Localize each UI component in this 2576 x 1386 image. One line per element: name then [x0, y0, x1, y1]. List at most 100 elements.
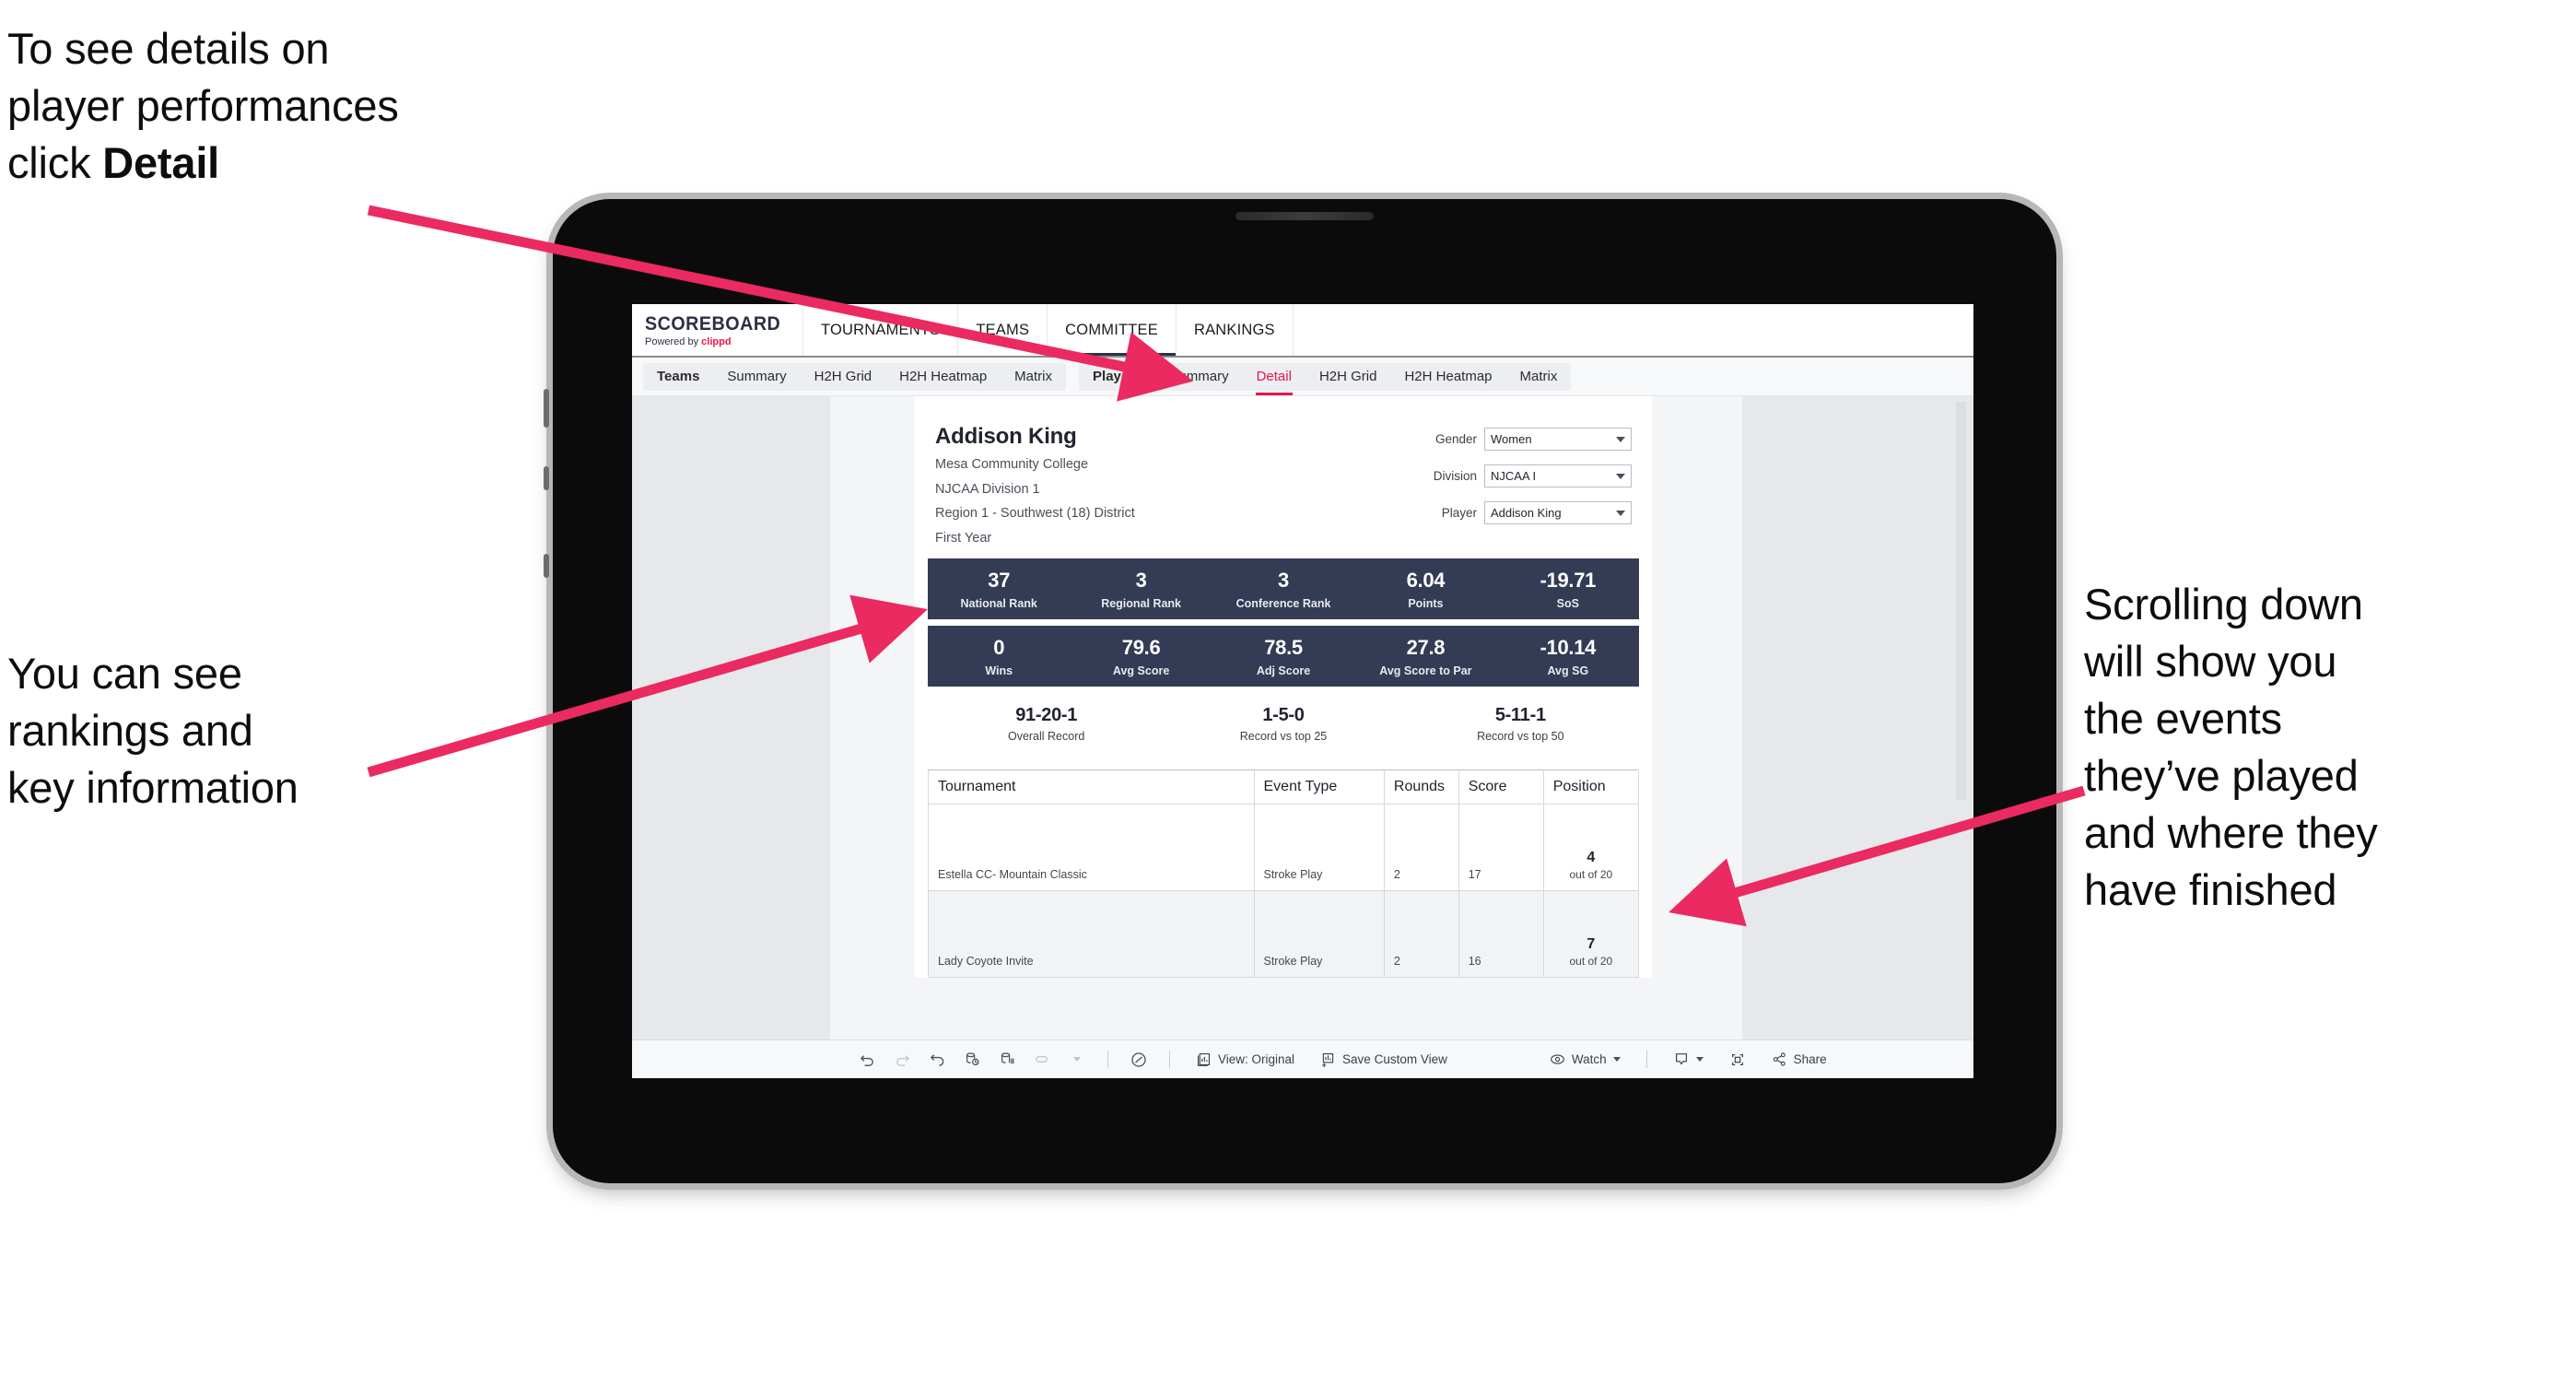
cell-event-type: Stroke Play	[1253, 804, 1385, 892]
stat-avg-score: 79.6 Avg Score	[1070, 626, 1212, 687]
filter-division-select[interactable]: NJCAA I	[1484, 464, 1632, 487]
annotation-scroll-events: Scrolling down will show you the events …	[2084, 580, 2378, 915]
chevron-down-icon[interactable]	[1060, 1047, 1095, 1073]
undo-icon[interactable]	[849, 1047, 884, 1073]
share-button[interactable]: Share	[1759, 1051, 1840, 1067]
brand-name: SCOREBOARD	[645, 312, 781, 335]
toolbar-divider	[1645, 1051, 1647, 1068]
player-division: NJCAA Division 1	[935, 481, 1040, 497]
stat-regional-rank: 3 Regional Rank	[1070, 558, 1212, 619]
stat-conference-rank: 3 Conference Rank	[1212, 558, 1354, 619]
refresh-data-icon[interactable]	[954, 1047, 989, 1073]
toolbar-divider	[1107, 1051, 1108, 1068]
tablet-volume-button	[544, 389, 549, 428]
cell-score: 16	[1458, 890, 1544, 979]
revert-icon[interactable]	[919, 1047, 954, 1073]
column-rounds[interactable]: Rounds	[1383, 769, 1459, 805]
cell-tournament: Lady Coyote Invite	[928, 890, 1255, 979]
column-score[interactable]: Score	[1458, 769, 1544, 805]
stat-value: 0	[993, 635, 1005, 659]
stat-value: 79.6	[1121, 635, 1161, 659]
subnav-players-h2h-grid[interactable]: H2H Grid	[1306, 363, 1391, 391]
player-detail-card: Addison King Mesa Community College NJCA…	[915, 396, 1652, 979]
save-custom-view-button[interactable]: Save Custom View	[1307, 1051, 1460, 1067]
nav-committee[interactable]: COMMITTEE	[1048, 304, 1177, 356]
subnav-players-summary[interactable]: Summary	[1155, 363, 1242, 391]
subnav-players-detail[interactable]: Detail	[1243, 363, 1306, 395]
brand-powered-by: Powered by clippd	[645, 335, 732, 347]
position-outof: out of 20	[1569, 868, 1613, 882]
tablet-side-button-2	[544, 466, 549, 490]
pan-icon[interactable]	[1025, 1047, 1060, 1073]
subnav-players[interactable]: Players	[1079, 363, 1155, 391]
subnav-group-players: Players Summary Detail H2H Grid H2H Heat…	[1079, 362, 1572, 395]
brand-logo[interactable]: SCOREBOARD Powered by clippd	[632, 304, 803, 356]
player-region: Region 1 - Southwest (18) District	[935, 506, 1135, 522]
stat-wins: 0 Wins	[928, 626, 1070, 687]
stat-label: Wins	[985, 664, 1013, 677]
subnav-teams-h2h-heatmap[interactable]: H2H Heatmap	[885, 363, 1001, 391]
filter-gender-label: Gender	[1434, 432, 1477, 446]
subnav-teams-matrix[interactable]: Matrix	[1001, 363, 1066, 391]
filter-gender-select[interactable]: Women	[1484, 428, 1632, 451]
stat-label: Avg Score to Par	[1379, 664, 1472, 677]
filter-division-value: NJCAA I	[1491, 469, 1537, 483]
record-value: 5-11-1	[1494, 704, 1546, 725]
view-original-button[interactable]: View: Original	[1183, 1051, 1307, 1067]
nav-teams[interactable]: TEAMS	[958, 304, 1048, 356]
subnav-teams-summary[interactable]: Summary	[713, 363, 800, 391]
nav-rankings[interactable]: RANKINGS	[1177, 304, 1294, 356]
stat-national-rank: 37 National Rank	[928, 558, 1070, 619]
filter-gender: Gender Women	[1390, 428, 1632, 451]
record-label: Record vs top 25	[1239, 729, 1328, 743]
subnav-players-h2h-heatmap[interactable]: H2H Heatmap	[1390, 363, 1505, 391]
pause-data-icon[interactable]	[989, 1047, 1025, 1073]
stats-row-scoring: 0 Wins 79.6 Avg Score 78.5 Adj Score 27.8 Av…	[928, 626, 1639, 687]
table-header-row: Tournament Event Type Rounds Score Posit…	[928, 769, 1640, 805]
dashboard-sheet: Addison King Mesa Community College NJCA…	[830, 396, 1742, 1040]
record-label: Overall Record	[1007, 729, 1085, 743]
stat-value: 3	[1278, 568, 1289, 592]
cell-rounds: 2	[1383, 804, 1459, 892]
nav-tournaments[interactable]: TOURNAMENTS	[803, 304, 959, 356]
redo-icon[interactable]	[884, 1047, 919, 1073]
player-identity: Addison King Mesa Community College NJCA…	[935, 424, 1390, 547]
table-row[interactable]: Lady Coyote Invite Stroke Play 2 16 7 ou…	[928, 890, 1640, 979]
save-custom-view-label: Save Custom View	[1342, 1052, 1447, 1066]
filter-player: Player Addison King	[1390, 501, 1632, 524]
subnav-players-matrix[interactable]: Matrix	[1506, 363, 1572, 391]
chevron-down-icon	[1616, 473, 1625, 479]
events-table: Tournament Event Type Rounds Score Posit…	[928, 769, 1640, 979]
cell-position: 7 out of 20	[1542, 890, 1640, 979]
position-number: 4	[1587, 850, 1596, 866]
viz-scroll-region: Addison King Mesa Community College NJCA…	[632, 396, 1973, 1040]
watch-button[interactable]: Watch	[1537, 1051, 1633, 1067]
subnav-teams-h2h-grid[interactable]: H2H Grid	[801, 363, 886, 391]
stat-label: Regional Rank	[1101, 596, 1182, 610]
stat-avg-sg: -10.14 Avg SG	[1497, 626, 1639, 687]
download-button[interactable]	[1660, 1051, 1716, 1068]
fullscreen-button[interactable]	[1716, 1051, 1759, 1068]
stat-label: Conference Rank	[1235, 596, 1331, 610]
visualization-area: Addison King Mesa Community College NJCA…	[632, 396, 1973, 1078]
stat-value: 3	[1135, 568, 1147, 592]
record-vs-top-50: 5-11-1 Record vs top 50	[1402, 698, 1639, 749]
clippd-logo-text: clippd	[701, 335, 732, 347]
table-row[interactable]: Estella CC- Mountain Classic Stroke Play…	[928, 804, 1640, 892]
cell-tournament: Estella CC- Mountain Classic	[928, 804, 1255, 892]
slide-canvas: To see details on player performances cl…	[0, 0, 2576, 1386]
filter-player-select[interactable]: Addison King	[1484, 501, 1632, 524]
cell-event-type: Stroke Play	[1253, 890, 1385, 979]
annotation-rankings-info: You can see rankings and key information	[7, 649, 299, 813]
column-event-type[interactable]: Event Type	[1253, 769, 1385, 805]
record-label: Record vs top 50	[1477, 729, 1564, 743]
cell-rounds: 2	[1383, 890, 1459, 979]
annotation-click-detail: To see details on player performances cl…	[7, 20, 634, 192]
reset-icon[interactable]	[1121, 1047, 1156, 1073]
subnav-teams[interactable]: Teams	[643, 363, 713, 391]
filter-division: Division NJCAA I	[1390, 464, 1632, 487]
column-tournament[interactable]: Tournament	[928, 769, 1255, 805]
column-position[interactable]: Position	[1542, 769, 1640, 805]
vertical-scrollbar[interactable]	[1956, 402, 1966, 800]
